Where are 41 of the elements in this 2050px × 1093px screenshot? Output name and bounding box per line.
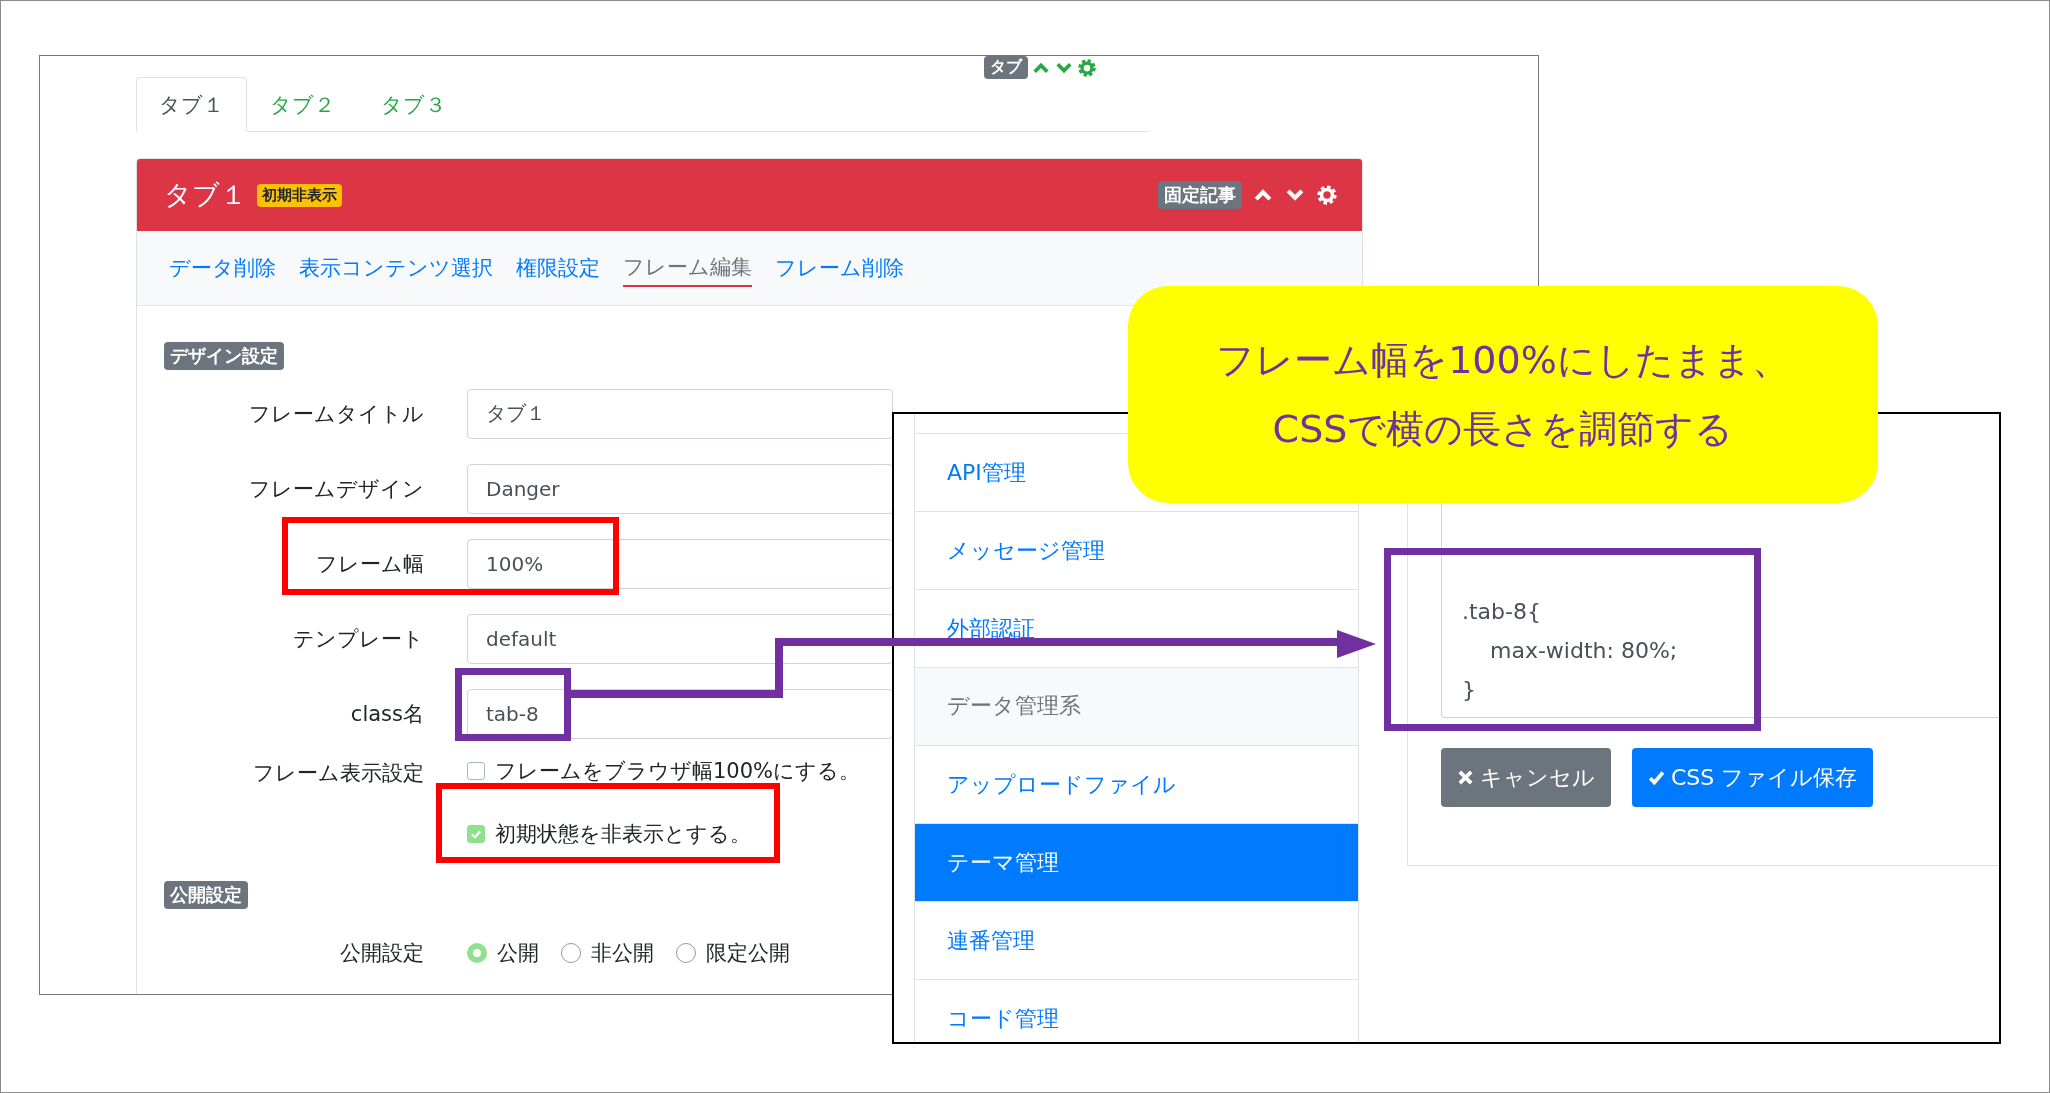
action-link[interactable]: データ削除	[169, 250, 276, 286]
input-field[interactable]: タブ１	[467, 388, 893, 439]
field-label: フレーム表示設定	[252, 760, 424, 787]
action-link[interactable]: フレーム編集	[623, 249, 752, 287]
action-link[interactable]: 権限設定	[516, 250, 600, 286]
close-icon	[1457, 769, 1474, 786]
radio-label: 非公開	[591, 939, 654, 967]
field-label: フレームタイトル	[248, 400, 424, 428]
tab[interactable]: タブ１	[136, 77, 247, 132]
frame-badge: タブ	[984, 56, 1028, 79]
check-icon	[1648, 769, 1665, 786]
menu-item[interactable]: コード管理	[915, 979, 1358, 1042]
field-label: テンプレート	[292, 625, 424, 653]
field-label: フレーム幅	[315, 550, 424, 578]
checkbox[interactable]	[467, 825, 485, 843]
checkbox-label: 初期状態を非表示とする。	[495, 821, 751, 848]
action-link[interactable]: 表示コンテンツ選択	[299, 250, 493, 286]
menu-item[interactable]: メッセージ管理	[915, 511, 1358, 589]
menu-item[interactable]: 連番管理	[915, 901, 1358, 979]
save-button[interactable]: CSS ファイル保存	[1632, 748, 1874, 807]
callout-text: フレーム幅を100%にしたまま、	[1216, 336, 1790, 384]
field-label: フレームデザイン	[248, 475, 424, 503]
section-heading: 公開設定	[164, 881, 248, 909]
checkbox-label: フレームをブラウザ幅100%にする。	[495, 758, 861, 785]
pinned-badge: 固定記事	[1158, 181, 1242, 209]
frame-title: タブ１	[164, 178, 247, 212]
field-label: 公開設定	[339, 939, 424, 967]
section-heading: デザイン設定	[164, 342, 284, 370]
tab[interactable]: タブ２	[247, 77, 358, 132]
gear-icon[interactable]	[1077, 57, 1097, 78]
radio-label: 限定公開	[706, 939, 790, 967]
field-label: class名	[349, 700, 424, 728]
menu-item[interactable]: テーマ管理	[915, 823, 1358, 901]
radio-label: 公開	[497, 939, 539, 967]
tab[interactable]: タブ３	[358, 77, 469, 132]
hidden-badge: 初期非表示	[257, 183, 342, 207]
checkbox[interactable]	[467, 762, 485, 780]
radio-button[interactable]	[467, 942, 487, 963]
cancel-button[interactable]: キャンセル	[1441, 748, 1611, 807]
action-link[interactable]: フレーム削除	[775, 250, 904, 286]
menu-group-heading: データ管理系	[915, 667, 1358, 745]
